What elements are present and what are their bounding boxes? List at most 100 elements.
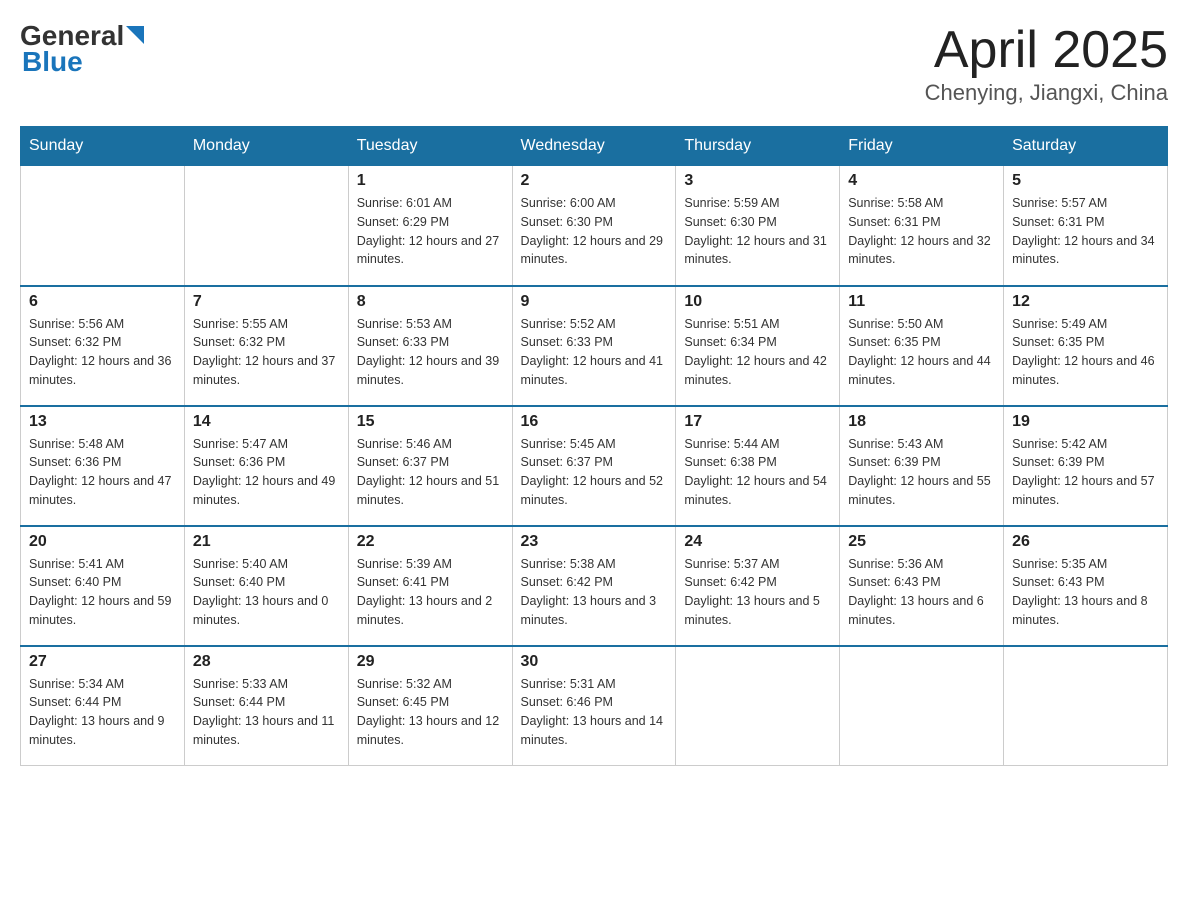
calendar-cell: 28 Sunrise: 5:33 AMSunset: 6:44 PMDayligh… (184, 646, 348, 766)
day-info: Sunrise: 5:33 AMSunset: 6:44 PMDaylight:… (193, 675, 340, 750)
calendar-cell (21, 166, 185, 286)
day-number: 16 (521, 413, 668, 431)
calendar-cell: 3Sunrise: 5:59 AMSunset: 6:30 PMDaylight… (676, 166, 840, 286)
col-header-thursday: Thursday (676, 127, 840, 166)
col-header-monday: Monday (184, 127, 348, 166)
day-number: 13 (29, 413, 176, 431)
day-number: 27 (29, 653, 176, 671)
day-number: 11 (848, 293, 995, 311)
day-number: 28 (193, 653, 340, 671)
day-info: Sunrise: 5:52 AMSunset: 6:33 PMDaylight:… (521, 315, 668, 390)
calendar-cell: 16 Sunrise: 5:45 AMSunset: 6:37 PMDayligh… (512, 406, 676, 526)
day-number: 17 (684, 413, 831, 431)
day-number: 1 (357, 172, 504, 190)
calendar-cell: 9 Sunrise: 5:52 AMSunset: 6:33 PMDaylight… (512, 286, 676, 406)
day-number: 5 (1012, 172, 1159, 190)
day-info: Sunrise: 5:46 AMSunset: 6:37 PMDaylight:… (357, 435, 504, 510)
day-info: Sunrise: 5:40 AMSunset: 6:40 PMDaylight:… (193, 555, 340, 630)
day-number: 4 (848, 172, 995, 190)
day-info: Sunrise: 5:51 AMSunset: 6:34 PMDaylight:… (684, 315, 831, 390)
calendar-header-row: SundayMondayTuesdayWednesdayThursdayFrid… (21, 127, 1168, 166)
week-row-3: 13 Sunrise: 5:48 AMSunset: 6:36 PMDayligh… (21, 406, 1168, 526)
day-info: Sunrise: 6:01 AMSunset: 6:29 PMDaylight:… (357, 194, 504, 269)
day-number: 9 (521, 293, 668, 311)
title-section: April 2025 Chenying, Jiangxi, China (925, 20, 1168, 106)
calendar-cell: 7 Sunrise: 5:55 AMSunset: 6:32 PMDaylight… (184, 286, 348, 406)
calendar-cell: 8 Sunrise: 5:53 AMSunset: 6:33 PMDaylight… (348, 286, 512, 406)
day-number: 6 (29, 293, 176, 311)
calendar-cell: 20Sunrise: 5:41 AMSunset: 6:40 PMDayligh… (21, 526, 185, 646)
day-info: Sunrise: 5:35 AMSunset: 6:43 PMDaylight:… (1012, 555, 1159, 630)
day-info: Sunrise: 5:50 AMSunset: 6:35 PMDaylight:… (848, 315, 995, 390)
day-info: Sunrise: 5:41 AMSunset: 6:40 PMDaylight:… (29, 555, 176, 630)
col-header-tuesday: Tuesday (348, 127, 512, 166)
day-info: Sunrise: 5:57 AMSunset: 6:31 PMDaylight:… (1012, 194, 1159, 269)
week-row-2: 6Sunrise: 5:56 AMSunset: 6:32 PMDaylight… (21, 286, 1168, 406)
day-info: Sunrise: 6:00 AMSunset: 6:30 PMDaylight:… (521, 194, 668, 269)
day-info: Sunrise: 5:45 AMSunset: 6:37 PMDaylight:… (521, 435, 668, 510)
day-info: Sunrise: 5:55 AMSunset: 6:32 PMDaylight:… (193, 315, 340, 390)
calendar-cell: 30 Sunrise: 5:31 AMSunset: 6:46 PMDayligh… (512, 646, 676, 766)
calendar-cell: 24Sunrise: 5:37 AMSunset: 6:42 PMDayligh… (676, 526, 840, 646)
calendar-cell (676, 646, 840, 766)
calendar-cell: 4Sunrise: 5:58 AMSunset: 6:31 PMDaylight… (840, 166, 1004, 286)
day-info: Sunrise: 5:49 AMSunset: 6:35 PMDaylight:… (1012, 315, 1159, 390)
calendar-cell: 11 Sunrise: 5:50 AMSunset: 6:35 PMDayligh… (840, 286, 1004, 406)
day-number: 23 (521, 533, 668, 551)
day-number: 8 (357, 293, 504, 311)
week-row-5: 27 Sunrise: 5:34 AMSunset: 6:44 PMDayligh… (21, 646, 1168, 766)
logo-text-blue: Blue (22, 46, 83, 78)
month-title: April 2025 (925, 20, 1168, 80)
col-header-sunday: Sunday (21, 127, 185, 166)
day-info: Sunrise: 5:53 AMSunset: 6:33 PMDaylight:… (357, 315, 504, 390)
calendar-cell: 18 Sunrise: 5:43 AMSunset: 6:39 PMDayligh… (840, 406, 1004, 526)
day-info: Sunrise: 5:48 AMSunset: 6:36 PMDaylight:… (29, 435, 176, 510)
day-number: 21 (193, 533, 340, 551)
calendar-cell: 29 Sunrise: 5:32 AMSunset: 6:45 PMDayligh… (348, 646, 512, 766)
day-number: 18 (848, 413, 995, 431)
calendar-cell: 19Sunrise: 5:42 AMSunset: 6:39 PMDayligh… (1004, 406, 1168, 526)
calendar-cell: 14 Sunrise: 5:47 AMSunset: 6:36 PMDayligh… (184, 406, 348, 526)
calendar-cell: 6Sunrise: 5:56 AMSunset: 6:32 PMDaylight… (21, 286, 185, 406)
calendar-table: SundayMondayTuesdayWednesdayThursdayFrid… (20, 126, 1168, 766)
col-header-friday: Friday (840, 127, 1004, 166)
day-number: 7 (193, 293, 340, 311)
day-number: 25 (848, 533, 995, 551)
day-info: Sunrise: 5:31 AMSunset: 6:46 PMDaylight:… (521, 675, 668, 750)
day-info: Sunrise: 5:38 AMSunset: 6:42 PMDaylight:… (521, 555, 668, 630)
day-number: 2 (521, 172, 668, 190)
day-number: 14 (193, 413, 340, 431)
calendar-cell: 10 Sunrise: 5:51 AMSunset: 6:34 PMDayligh… (676, 286, 840, 406)
day-number: 12 (1012, 293, 1159, 311)
col-header-wednesday: Wednesday (512, 127, 676, 166)
day-number: 29 (357, 653, 504, 671)
calendar-cell: 22 Sunrise: 5:39 AMSunset: 6:41 PMDayligh… (348, 526, 512, 646)
calendar-cell: 21 Sunrise: 5:40 AMSunset: 6:40 PMDayligh… (184, 526, 348, 646)
day-number: 10 (684, 293, 831, 311)
day-info: Sunrise: 5:43 AMSunset: 6:39 PMDaylight:… (848, 435, 995, 510)
week-row-1: 1 Sunrise: 6:01 AMSunset: 6:29 PMDaylight… (21, 166, 1168, 286)
day-info: Sunrise: 5:42 AMSunset: 6:39 PMDaylight:… (1012, 435, 1159, 510)
calendar-cell (1004, 646, 1168, 766)
day-info: Sunrise: 5:36 AMSunset: 6:43 PMDaylight:… (848, 555, 995, 630)
day-info: Sunrise: 5:47 AMSunset: 6:36 PMDaylight:… (193, 435, 340, 510)
logo-arrow-icon (126, 26, 144, 44)
day-info: Sunrise: 5:34 AMSunset: 6:44 PMDaylight:… (29, 675, 176, 750)
col-header-saturday: Saturday (1004, 127, 1168, 166)
day-info: Sunrise: 5:44 AMSunset: 6:38 PMDaylight:… (684, 435, 831, 510)
day-info: Sunrise: 5:39 AMSunset: 6:41 PMDaylight:… (357, 555, 504, 630)
logo: General Blue (20, 20, 144, 78)
day-number: 22 (357, 533, 504, 551)
day-info: Sunrise: 5:37 AMSunset: 6:42 PMDaylight:… (684, 555, 831, 630)
calendar-cell: 5 Sunrise: 5:57 AMSunset: 6:31 PMDaylight… (1004, 166, 1168, 286)
calendar-cell: 17 Sunrise: 5:44 AMSunset: 6:38 PMDayligh… (676, 406, 840, 526)
calendar-cell (840, 646, 1004, 766)
day-info: Sunrise: 5:32 AMSunset: 6:45 PMDaylight:… (357, 675, 504, 750)
calendar-cell: 26 Sunrise: 5:35 AMSunset: 6:43 PMDayligh… (1004, 526, 1168, 646)
week-row-4: 20Sunrise: 5:41 AMSunset: 6:40 PMDayligh… (21, 526, 1168, 646)
location-title: Chenying, Jiangxi, China (925, 80, 1168, 106)
calendar-cell: 13 Sunrise: 5:48 AMSunset: 6:36 PMDayligh… (21, 406, 185, 526)
day-number: 26 (1012, 533, 1159, 551)
day-number: 30 (521, 653, 668, 671)
day-number: 15 (357, 413, 504, 431)
